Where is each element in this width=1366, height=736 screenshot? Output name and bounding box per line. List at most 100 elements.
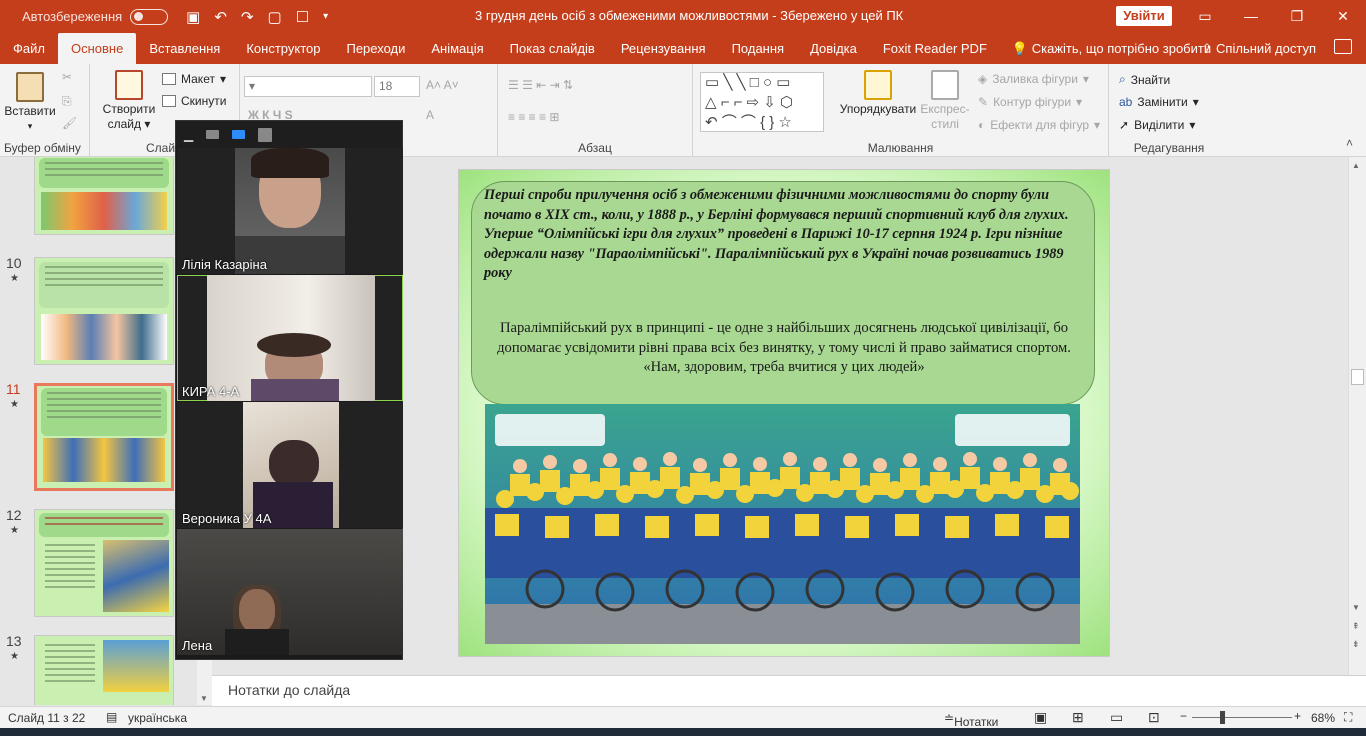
- slide-thumbnail[interactable]: [34, 257, 174, 365]
- copy-icon[interactable]: ⎘: [62, 94, 72, 109]
- strip-view-icon[interactable]: [232, 130, 246, 139]
- tell-me-search[interactable]: 💡 Скажіть, що потрібно зробити: [1012, 33, 1211, 64]
- toggle-switch[interactable]: [130, 8, 169, 25]
- undo-icon[interactable]: ↶: [214, 8, 227, 26]
- ribbon-display-icon[interactable]: ▭: [1182, 0, 1228, 33]
- participant-name: Лена: [182, 638, 213, 653]
- replace-label: Замінити: [1137, 95, 1188, 109]
- collapse-ribbon-icon[interactable]: ˄: [1346, 136, 1353, 150]
- layout-button[interactable]: Макет ▾: [162, 72, 226, 86]
- find-label: Знайти: [1130, 72, 1171, 87]
- fit-to-window-icon[interactable]: ⛶: [1344, 710, 1352, 725]
- participant-video-active-speaker[interactable]: КИРА 4-А: [177, 275, 403, 401]
- tab-transitions[interactable]: Переходи: [333, 33, 418, 64]
- autosave-toggle[interactable]: Автозбереження: [22, 8, 169, 25]
- notes-toggle[interactable]: ≐ Нотатки: [944, 711, 998, 729]
- align-icons[interactable]: ≡ ≡ ≡ ≡ ⊞: [508, 110, 559, 124]
- reading-view-icon[interactable]: ▭: [1110, 709, 1123, 726]
- notes-placeholder[interactable]: Нотатки до слайда: [228, 682, 350, 698]
- cursor-icon: ➚: [1119, 118, 1130, 132]
- font-size-value: 18: [379, 79, 393, 93]
- zoom-level[interactable]: 68%: [1311, 711, 1335, 725]
- close-icon[interactable]: ✕: [1320, 0, 1366, 33]
- tab-slideshow[interactable]: Показ слайдів: [497, 33, 608, 64]
- participant-video[interactable]: Лена: [177, 529, 403, 655]
- save-icon[interactable]: ▣: [186, 8, 200, 26]
- language-indicator[interactable]: українська: [128, 711, 187, 725]
- previous-slide-icon[interactable]: ⇞: [1352, 621, 1360, 632]
- present-icon[interactable]: ▢: [268, 8, 282, 26]
- font-grow-icons[interactable]: A˄ A˅: [426, 78, 459, 92]
- slideshow-icon[interactable]: ⊡: [1148, 709, 1160, 726]
- document-title: 3 грудня день осіб з обмеженими можливос…: [475, 8, 904, 23]
- slide-sorter-icon[interactable]: ⊞: [1072, 709, 1084, 726]
- tab-home[interactable]: Основне: [57, 33, 137, 64]
- sign-in-button[interactable]: Увійти: [1116, 6, 1172, 26]
- customize-qa-icon[interactable]: ▾: [323, 11, 328, 22]
- new-slide-button[interactable]: Створити слайд ▾: [100, 70, 158, 132]
- zoom-slider-track[interactable]: [1192, 717, 1292, 718]
- slide-thumbnail[interactable]: [34, 509, 174, 617]
- reset-button[interactable]: Скинути: [162, 94, 226, 108]
- next-slide-icon[interactable]: ⇟: [1352, 639, 1360, 650]
- tab-foxit[interactable]: Foxit Reader PDF: [870, 33, 1000, 64]
- tab-insert[interactable]: Вставлення: [136, 33, 233, 64]
- scroll-down-icon[interactable]: ▼: [200, 694, 208, 703]
- cut-icon[interactable]: ✂: [62, 70, 72, 84]
- title-bar: Автозбереження ▣ ↶ ↷ ▢ ☐ ▾ 3 грудня день…: [0, 0, 1366, 33]
- tab-review[interactable]: Рецензування: [608, 33, 719, 64]
- format-painter-icon[interactable]: 🖌: [62, 116, 77, 130]
- shape-fill-button[interactable]: ◈ Заливка фігури ▾: [978, 72, 1089, 86]
- tab-animations[interactable]: Анімація: [418, 33, 496, 64]
- tab-file[interactable]: Файл: [0, 33, 58, 64]
- team-photo[interactable]: [485, 404, 1080, 644]
- arrange-button[interactable]: Упорядкувати: [839, 70, 917, 117]
- list-icons[interactable]: ☰ ☰ ⇤ ⇥ ⇅: [508, 78, 573, 92]
- font-size-combo[interactable]: 18: [374, 76, 420, 97]
- scroll-down-icon[interactable]: ▼: [1352, 603, 1360, 612]
- normal-view-icon[interactable]: ▣: [1034, 709, 1047, 726]
- slide-thumbnail[interactable]: [34, 157, 174, 235]
- restore-icon[interactable]: ❐: [1274, 0, 1320, 33]
- notes-pane[interactable]: Нотатки до слайда: [212, 675, 1366, 706]
- clear-format-icon[interactable]: A: [426, 108, 434, 122]
- zoom-in-icon[interactable]: +: [1294, 709, 1301, 723]
- redo-icon[interactable]: ↷: [241, 8, 254, 26]
- zoom-slider-thumb[interactable]: [1220, 711, 1225, 724]
- slide-scrollbar[interactable]: ▲ ▼ ⇞ ⇟: [1348, 157, 1366, 675]
- share-label: Спільний доступ: [1216, 41, 1316, 56]
- font-family-combo[interactable]: ▾: [244, 76, 372, 97]
- minimize-video-icon[interactable]: ▁: [184, 128, 193, 142]
- slide-thumbnail[interactable]: [34, 635, 174, 705]
- minimize-icon[interactable]: —: [1228, 0, 1274, 33]
- comments-icon[interactable]: [1334, 39, 1352, 54]
- tab-design[interactable]: Конструктор: [233, 33, 333, 64]
- single-view-icon[interactable]: [206, 130, 220, 139]
- replace-button[interactable]: ab Замінити ▾: [1119, 95, 1199, 109]
- share-button[interactable]: ⇪ Спільний доступ: [1202, 33, 1316, 64]
- participant-name: Лілія Казаріна: [182, 257, 267, 272]
- slide-italic-text[interactable]: Перші спроби прилучення осіб з обмеженим…: [484, 186, 1084, 284]
- zoom-out-icon[interactable]: −: [1180, 709, 1187, 723]
- find-button[interactable]: ⌕ Знайти: [1119, 72, 1170, 87]
- zoom-gallery-window[interactable]: ▁ Лілія Казаріна КИРА 4-А Вероника У 4А …: [175, 120, 403, 660]
- gallery-view-icon[interactable]: [258, 127, 273, 142]
- touch-mode-icon[interactable]: ☐: [296, 8, 309, 26]
- tab-help[interactable]: Довідка: [797, 33, 870, 64]
- scroll-thumb[interactable]: [1351, 369, 1364, 385]
- shape-outline-label: Контур фігури: [993, 95, 1072, 109]
- quick-styles-button[interactable]: Експрес- стилі: [919, 70, 971, 132]
- participant-video[interactable]: Вероника У 4А: [177, 402, 403, 528]
- slide-thumbnail-selected[interactable]: [34, 383, 174, 491]
- shape-outline-button[interactable]: ✎ Контур фігури ▾: [978, 95, 1082, 109]
- animation-star-icon: ★: [10, 525, 19, 536]
- tab-view[interactable]: Подання: [719, 33, 798, 64]
- shapes-gallery[interactable]: ▭ ╲ ╲ □ ○ ▭ △ ⌐ ⌐ ⇨ ⇩ ⬡ ↶ ⌒ ⌒ { } ☆: [700, 72, 824, 132]
- slide-quote-text[interactable]: Паралімпійський рух в принципі - це одне…: [490, 319, 1078, 378]
- paste-button[interactable]: Вставити ▾: [4, 72, 56, 134]
- select-button[interactable]: ➚ Виділити ▾: [1119, 118, 1195, 132]
- scroll-up-icon[interactable]: ▲: [1352, 161, 1360, 170]
- spellcheck-icon[interactable]: ▤: [106, 710, 117, 724]
- shape-effects-button[interactable]: ◐ Ефекти для фігур ▾: [978, 118, 1100, 132]
- participant-video[interactable]: Лілія Казаріна: [177, 148, 403, 274]
